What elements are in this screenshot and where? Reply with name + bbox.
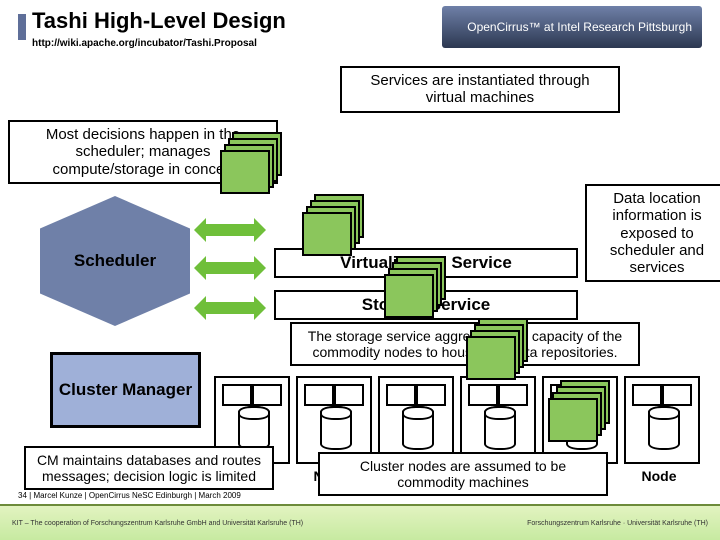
brand-logo: OpenCirrus™ at Intel Research Pittsburgh: [442, 6, 702, 48]
callout-cluster-manager: CM maintains databases and routes messag…: [24, 446, 274, 490]
brand-text: OpenCirrus™ at Intel Research Pittsburgh: [467, 20, 692, 34]
slide-subtitle-url: http://wiki.apache.org/incubator/Tashi.P…: [32, 38, 257, 49]
vm-stack: [382, 256, 450, 318]
scheduler-label: Scheduler: [74, 251, 156, 271]
vm-stack: [464, 318, 532, 380]
vm-stack: [300, 194, 368, 256]
arrow-scheduler-virt-2: [194, 256, 266, 280]
cluster-manager-label: Cluster Manager: [59, 380, 192, 400]
node-column: Node: [624, 372, 694, 484]
footer-right: Forschungszentrum Karlsruhe · Universitä…: [527, 520, 708, 527]
title-bullet: [18, 14, 26, 40]
arrow-scheduler-virt: [194, 218, 266, 242]
node-label: Node: [624, 468, 694, 484]
arrow-scheduler-storage: [194, 296, 266, 320]
cluster-manager-block: Cluster Manager: [50, 352, 201, 428]
slide-title: Tashi High-Level Design: [32, 8, 286, 34]
page-number: 34: [18, 491, 27, 500]
callout-commodity-nodes: Cluster nodes are assumed to be commodit…: [318, 452, 608, 496]
vm-stack: [546, 380, 614, 442]
scheduler-hexagon: Scheduler: [40, 196, 190, 326]
page-meta: 34 | Marcel Kunze | OpenCirrus NeSC Edin…: [18, 491, 241, 500]
page-line: | Marcel Kunze | OpenCirrus NeSC Edinbur…: [29, 491, 241, 500]
scheduler-block: Scheduler: [40, 196, 190, 326]
footer-text: KIT – The cooperation of Forschungszentr…: [12, 520, 303, 527]
footer-bar: KIT – The cooperation of Forschungszentr…: [0, 504, 720, 540]
callout-data-location: Data location information is exposed to …: [585, 184, 720, 282]
callout-vm: Services are instantiated through virtua…: [340, 66, 620, 113]
vm-stack: [218, 132, 286, 194]
